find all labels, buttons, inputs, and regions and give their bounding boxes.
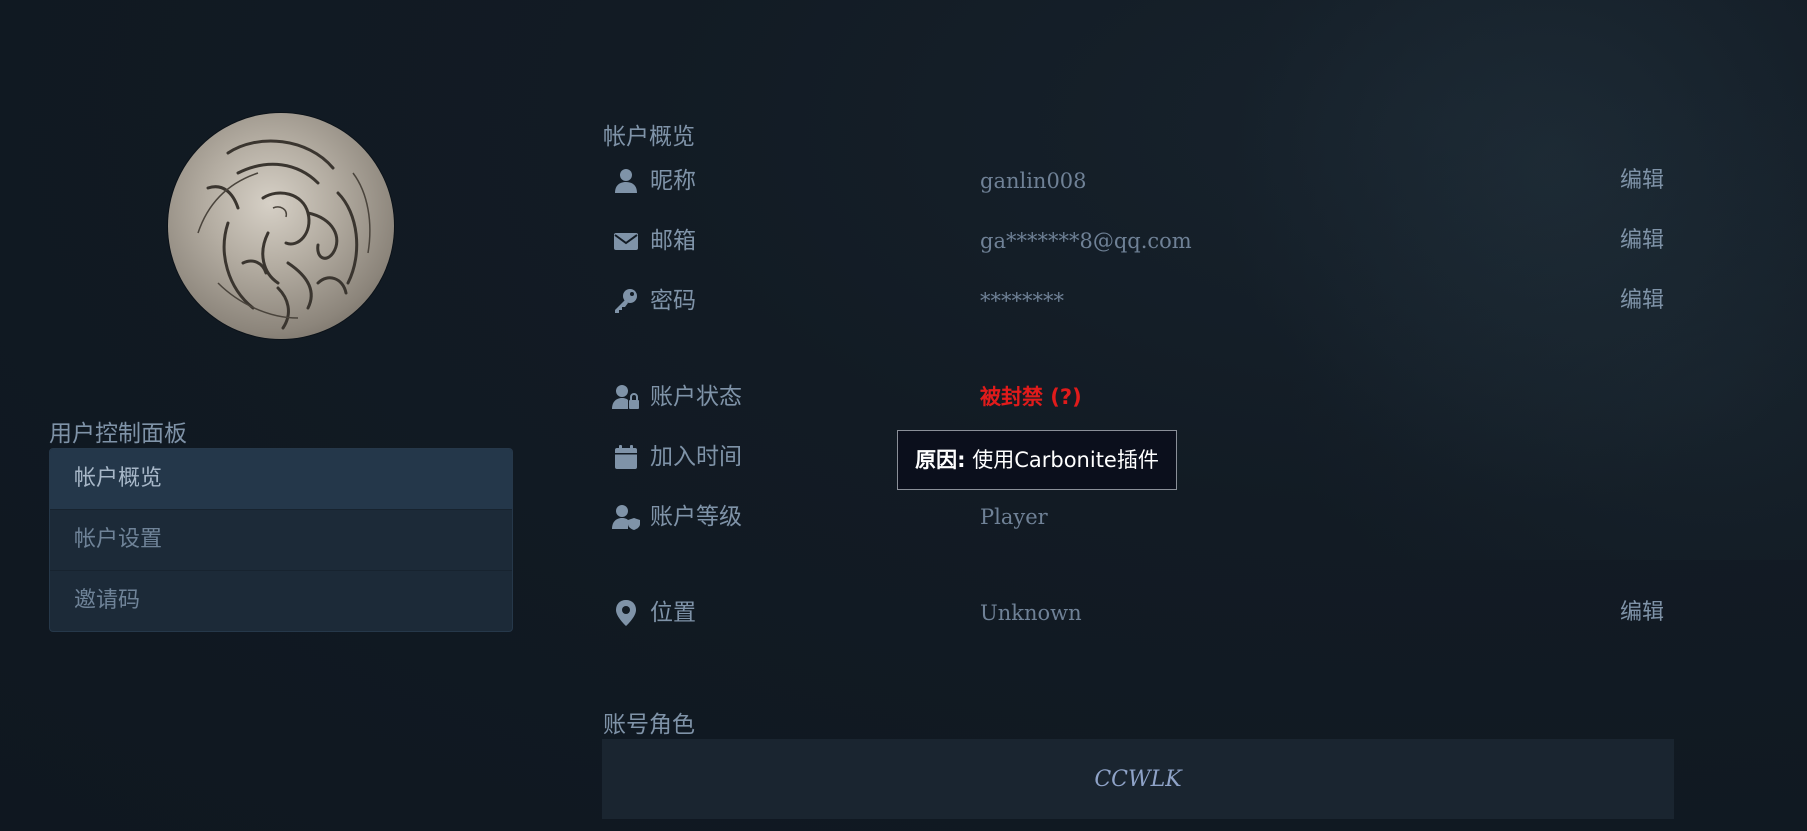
nickname-value: ganlin008 xyxy=(980,169,1087,193)
section-title-roles: 账号角色 xyxy=(603,712,695,738)
email-label: 邮箱 xyxy=(650,228,696,254)
edit-location-button[interactable]: 编辑 xyxy=(1620,593,1664,633)
location-value: Unknown xyxy=(980,601,1082,625)
row-account-level: 账户等级 Player xyxy=(612,497,1664,537)
account-status-label: 账户状态 xyxy=(650,384,742,410)
row-nickname: 昵称 ganlin008 编辑 xyxy=(612,161,1664,201)
row-password: 密码 ******** 编辑 xyxy=(612,281,1664,321)
row-location: 位置 Unknown 编辑 xyxy=(612,593,1664,633)
user-shield-icon xyxy=(612,503,640,531)
location-label: 位置 xyxy=(650,600,696,626)
nickname-label: 昵称 xyxy=(650,168,696,194)
edit-nickname-button[interactable]: 编辑 xyxy=(1620,161,1664,201)
join-time-label: 加入时间 xyxy=(650,444,742,470)
key-icon xyxy=(612,287,640,315)
tooltip-text: 使用Carbonite插件 xyxy=(965,448,1159,472)
roles-list: CCWLK xyxy=(602,739,1674,819)
row-account-status: 账户状态 被封禁 (?) xyxy=(612,377,1664,417)
ban-reason-tooltip: 原因: 使用Carbonite插件 xyxy=(897,430,1177,490)
avatar xyxy=(168,113,394,339)
email-value: ga*******8@qq.com xyxy=(980,229,1192,253)
edit-email-button[interactable]: 编辑 xyxy=(1620,221,1664,261)
account-level-value: Player xyxy=(980,505,1048,529)
password-value: ******** xyxy=(980,289,1064,313)
section-title-overview: 帐户概览 xyxy=(603,124,695,150)
user-lock-icon xyxy=(612,383,640,411)
calendar-icon xyxy=(612,443,640,471)
panel-title: 用户控制面板 xyxy=(49,421,187,447)
sidebar-menu: 帐户概览 帐户设置 邀请码 xyxy=(49,448,513,632)
account-status-value[interactable]: 被封禁 (?) xyxy=(980,377,1082,417)
role-item[interactable]: CCWLK xyxy=(1094,767,1181,792)
edit-password-button[interactable]: 编辑 xyxy=(1620,281,1664,321)
row-email: 邮箱 ga*******8@qq.com 编辑 xyxy=(612,221,1664,261)
password-label: 密码 xyxy=(650,288,696,314)
envelope-icon xyxy=(612,227,640,255)
map-marker-icon xyxy=(612,599,640,627)
avatar-illustration xyxy=(197,139,371,330)
sidebar-item-account-settings[interactable]: 帐户设置 xyxy=(50,509,512,570)
tooltip-prefix: 原因: xyxy=(915,448,966,472)
sidebar-item-account-overview[interactable]: 帐户概览 xyxy=(50,449,512,509)
user-icon xyxy=(612,167,640,195)
sidebar-item-invite-code[interactable]: 邀请码 xyxy=(50,570,512,631)
account-level-label: 账户等级 xyxy=(650,504,742,530)
